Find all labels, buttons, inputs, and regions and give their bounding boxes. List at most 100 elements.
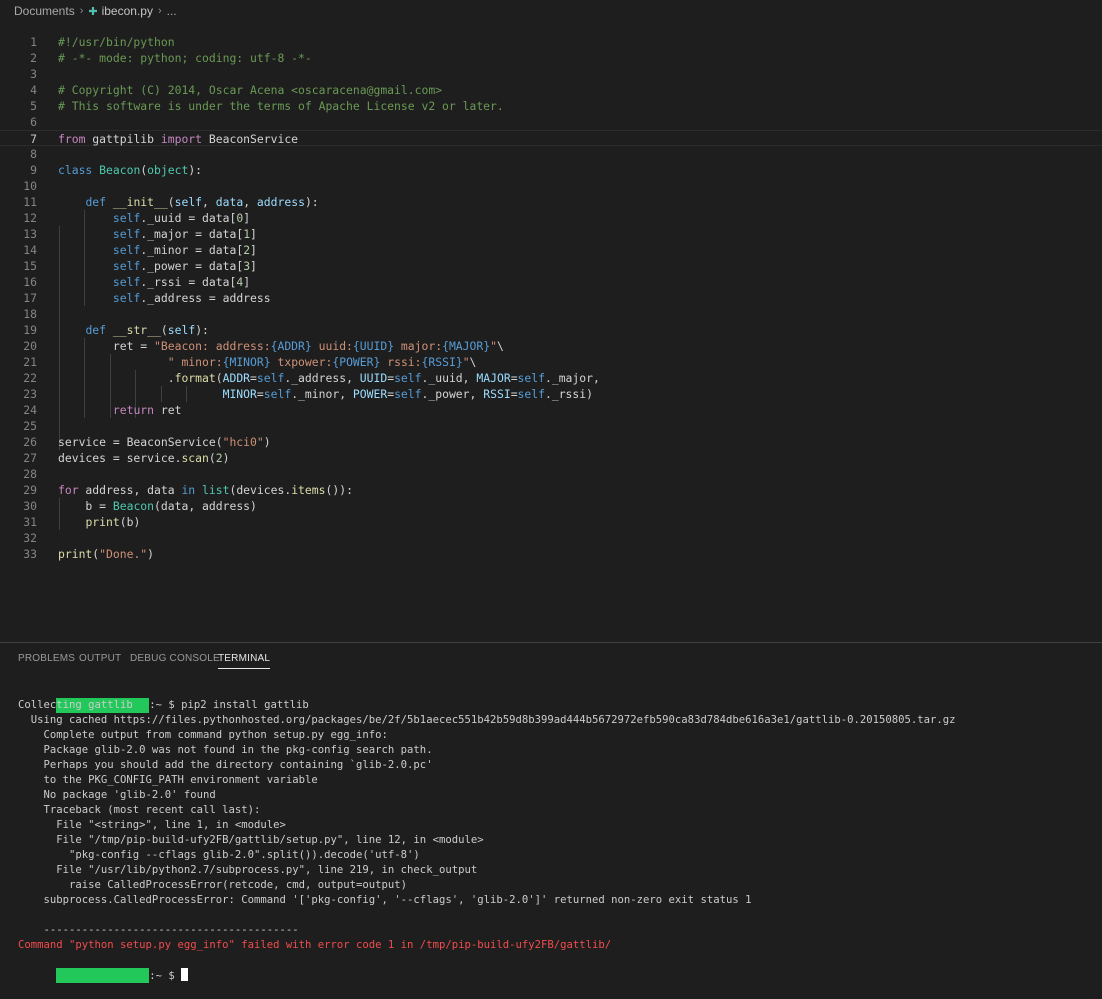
code-token: ): <box>304 195 319 209</box>
terminal-output-line: No package 'glib-2.0' found <box>18 789 216 801</box>
code-token: service = BeaconService( <box>58 435 223 449</box>
code-line[interactable]: 8 <box>0 146 1102 162</box>
code-line[interactable]: 16 self._rssi = data[4] <box>0 274 1102 290</box>
code-line[interactable]: 26 service = BeaconService("hci0") <box>0 434 1102 450</box>
code-token: ._minor, <box>291 387 353 401</box>
code-token: (devices. <box>229 483 292 497</box>
code-token: UUID <box>359 371 388 385</box>
code-line[interactable]: 24 return ret <box>0 402 1102 418</box>
tab-output[interactable]: OUTPUT <box>79 653 121 664</box>
terminal-output-line: File "/usr/lib/python2.7/subprocess.py",… <box>18 864 478 876</box>
code-token: ._rssi = data[ <box>140 275 237 289</box>
code-token: for <box>58 483 79 497</box>
code-line[interactable]: 30 b = Beacon(data, address) <box>0 498 1102 514</box>
code-line[interactable]: 1 #!/usr/bin/python <box>0 34 1102 50</box>
code-text: self._address = address <box>58 290 271 306</box>
breadcrumb-file[interactable]: ibecon.py <box>102 4 153 18</box>
line-number: 32 <box>23 531 37 545</box>
code-token: ) <box>147 547 155 561</box>
code-line[interactable]: 9 class Beacon(object): <box>0 162 1102 178</box>
code-text: #!/usr/bin/python <box>58 34 175 50</box>
code-token: BeaconService <box>202 132 299 146</box>
breadcrumb: Documents › ✚ ibecon.py › ... <box>0 0 1102 22</box>
code-token: self <box>112 243 141 257</box>
code-token: , <box>202 195 216 209</box>
code-token: self <box>263 387 292 401</box>
code-line[interactable]: 32 <box>0 530 1102 546</box>
code-line[interactable]: 31 print(b) <box>0 514 1102 530</box>
line-number: 8 <box>30 147 37 161</box>
code-token: "hci0" <box>222 435 264 449</box>
code-token: = <box>256 387 264 401</box>
code-token: ()): <box>325 483 353 497</box>
code-line[interactable]: 7 from gattpilib import BeaconService <box>0 130 1102 146</box>
code-line[interactable]: 11 def __init__(self, data, address): <box>0 194 1102 210</box>
code-line[interactable]: 22 .format(ADDR=self._address, UUID=self… <box>0 370 1102 386</box>
code-token: POWER <box>352 387 388 401</box>
code-text: self._minor = data[2] <box>58 242 257 258</box>
code-token: = <box>510 371 518 385</box>
code-line[interactable]: 17 self._address = address <box>0 290 1102 306</box>
code-line[interactable]: 20 ret = "Beacon: address:{ADDR} uuid:{U… <box>0 338 1102 354</box>
code-line[interactable]: 23 MINOR=self._minor, POWER=self._power,… <box>0 386 1102 402</box>
code-token: self <box>517 371 545 385</box>
breadcrumb-more[interactable]: ... <box>167 4 177 18</box>
code-text: return ret <box>58 402 182 418</box>
code-token: \ <box>469 355 477 369</box>
code-token: {RSSI} <box>421 355 463 369</box>
code-token: self <box>112 259 141 273</box>
code-editor[interactable]: 1 #!/usr/bin/python 2 # -*- mode: python; c… <box>0 34 1102 634</box>
code-line[interactable]: 27 devices = service.scan(2) <box>0 450 1102 466</box>
code-token: rssi: <box>380 355 422 369</box>
code-token: MINOR <box>222 387 257 401</box>
code-token: {MAJOR} <box>442 339 491 353</box>
code-line[interactable]: 4 # Copyright (C) 2014, Oscar Acena <osca… <box>0 82 1102 98</box>
line-number: 29 <box>23 483 37 497</box>
line-number: 14 <box>23 243 37 257</box>
code-token: self <box>174 195 203 209</box>
code-token: self <box>112 211 141 225</box>
code-line[interactable]: 10 <box>0 178 1102 194</box>
line-number: 20 <box>23 339 37 353</box>
code-token: ) <box>263 435 271 449</box>
code-line[interactable]: 5 # This software is under the terms of A… <box>0 98 1102 114</box>
code-token: {ADDR} <box>270 339 312 353</box>
code-text: ret = "Beacon: address:{ADDR} uuid:{UUID… <box>58 338 504 354</box>
code-line[interactable]: 2 # -*- mode: python; coding: utf-8 -*- <box>0 50 1102 66</box>
code-line[interactable]: 19 def __str__(self): <box>0 322 1102 338</box>
code-line[interactable]: 12 self._uuid = data[0] <box>0 210 1102 226</box>
code-line[interactable]: 33 print("Done.") <box>0 546 1102 562</box>
code-line[interactable]: 29 for address, data in list(devices.item… <box>0 482 1102 498</box>
tab-debug-console[interactable]: DEBUG CONSOLE <box>130 653 220 664</box>
code-line[interactable]: 21 " minor:{MINOR} txpower:{POWER} rssi:… <box>0 354 1102 370</box>
line-number: 26 <box>23 435 37 449</box>
code-line[interactable]: 3 <box>0 66 1102 82</box>
chevron-right-icon: › <box>79 5 84 17</box>
code-token: self <box>394 387 422 401</box>
code-line[interactable]: 18 <box>0 306 1102 322</box>
tab-problems[interactable]: PROBLEMS <box>18 653 75 664</box>
code-token: address, data <box>78 483 182 497</box>
breadcrumb-folder[interactable]: Documents <box>14 4 75 18</box>
code-line[interactable]: 13 self._major = data[1] <box>0 226 1102 242</box>
code-line[interactable]: 6 <box>0 114 1102 130</box>
code-line[interactable]: 25 <box>0 418 1102 434</box>
code-line[interactable]: 15 self._power = data[3] <box>0 258 1102 274</box>
code-line[interactable]: 28 <box>0 466 1102 482</box>
code-token: = <box>250 371 257 385</box>
code-line[interactable]: 14 self._minor = data[2] <box>0 242 1102 258</box>
prompt-suffix: :~ $ <box>149 970 182 982</box>
code-token: in <box>181 483 196 497</box>
code-token: def <box>85 323 107 337</box>
code-token: self <box>112 275 141 289</box>
tab-terminal[interactable]: TERMINAL <box>218 653 271 669</box>
code-text: # This software is under the terms of Ap… <box>58 98 504 114</box>
line-number: 11 <box>23 195 37 209</box>
code-token: # Copyright (C) 2014, Oscar Acena <oscar… <box>58 83 443 97</box>
line-number: 33 <box>23 547 37 561</box>
code-token: ] <box>243 211 251 225</box>
